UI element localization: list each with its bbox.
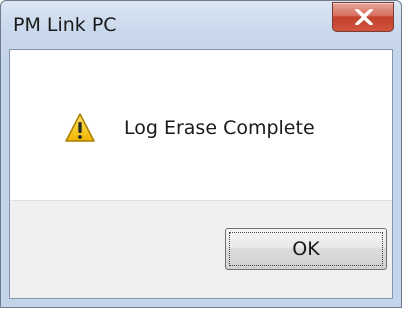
dialog-client-area: Log Erase Complete OK	[9, 49, 393, 299]
ok-button-label: OK	[229, 232, 383, 266]
ok-button[interactable]: OK	[225, 228, 387, 270]
message-dialog-window: PM Link PC Log Erase Complete OK	[0, 0, 402, 308]
dialog-message: Log Erase Complete	[124, 117, 315, 139]
close-button[interactable]	[332, 2, 394, 32]
button-bar: OK	[10, 200, 392, 298]
title-bar[interactable]: PM Link PC	[1, 1, 401, 49]
warning-triangle-icon	[65, 113, 95, 142]
window-title: PM Link PC	[13, 14, 117, 36]
message-area: Log Erase Complete	[10, 50, 392, 200]
close-x-icon	[355, 9, 373, 25]
